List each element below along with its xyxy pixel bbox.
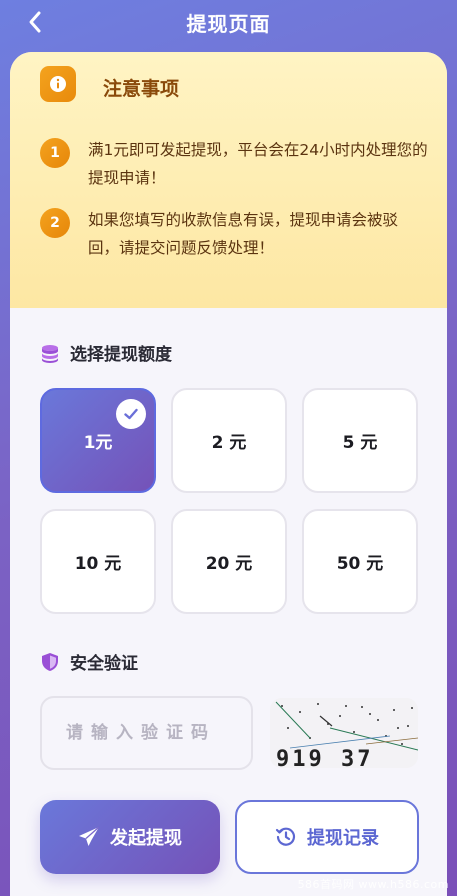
info-icon xyxy=(40,66,76,102)
amount-label: 50 元 xyxy=(336,554,384,574)
notice-panel: 注意事项 1 满1元即可发起提现，平台会在24小时内处理您的提现申请！ 2 如果… xyxy=(10,52,447,308)
amount-label: 20 元 xyxy=(205,554,253,574)
withdraw-card: 注意事项 1 满1元即可发起提现，平台会在24小时内处理您的提现申请！ 2 如果… xyxy=(10,52,447,896)
amount-option-10[interactable]: 10 元 xyxy=(40,509,156,614)
notice-text: 满1元即可发起提现，平台会在24小时内处理您的提现申请！ xyxy=(88,141,428,187)
page-title: 提现页面 xyxy=(186,11,271,36)
verification-code-input[interactable] xyxy=(40,696,253,770)
amount-label: 2 元 xyxy=(211,433,247,453)
withdraw-record-button[interactable]: 提现记录 xyxy=(235,800,419,874)
notice-text: 如果您填写的收款信息有误，提现申请会被驳回，请提交问题反馈处理！ xyxy=(88,211,399,257)
notice-number-badge: 2 xyxy=(40,208,70,238)
amount-label: 10 元 xyxy=(74,554,122,574)
app-header: 提现页面 xyxy=(0,0,457,44)
coins-icon xyxy=(42,344,58,363)
check-icon xyxy=(116,399,146,429)
amount-option-5[interactable]: 5 元 xyxy=(302,388,418,493)
shield-icon xyxy=(42,652,58,671)
amount-option-50[interactable]: 50 元 xyxy=(302,509,418,614)
amount-label: 5 元 xyxy=(342,433,378,453)
submit-withdraw-label: 发起提现 xyxy=(110,828,182,849)
amount-option-2[interactable]: 2 元 xyxy=(171,388,287,493)
withdraw-record-label: 提现记录 xyxy=(307,828,379,849)
notice-number-badge: 1 xyxy=(40,138,70,168)
chevron-left-icon xyxy=(29,11,41,33)
paper-plane-icon xyxy=(79,826,100,846)
notice-title: 注意事项 xyxy=(103,78,180,100)
captcha-image[interactable]: 919 37 xyxy=(270,698,418,768)
site-watermark: 586首码网 www.h586.com xyxy=(297,878,449,891)
back-button[interactable] xyxy=(22,8,48,36)
amount-section-title: 选择提现额度 xyxy=(40,340,172,365)
amount-option-20[interactable]: 20 元 xyxy=(171,509,287,614)
submit-withdraw-button[interactable]: 发起提现 xyxy=(40,800,220,874)
verify-section-label: 安全验证 xyxy=(70,654,138,674)
history-icon xyxy=(275,827,296,846)
verify-section-title: 安全验证 xyxy=(40,649,138,674)
amount-option-1[interactable]: 1元 xyxy=(40,388,156,493)
captcha-text: 919 37 xyxy=(276,747,373,768)
amount-label: 1元 xyxy=(83,433,113,453)
amount-section-label: 选择提现额度 xyxy=(70,345,172,365)
